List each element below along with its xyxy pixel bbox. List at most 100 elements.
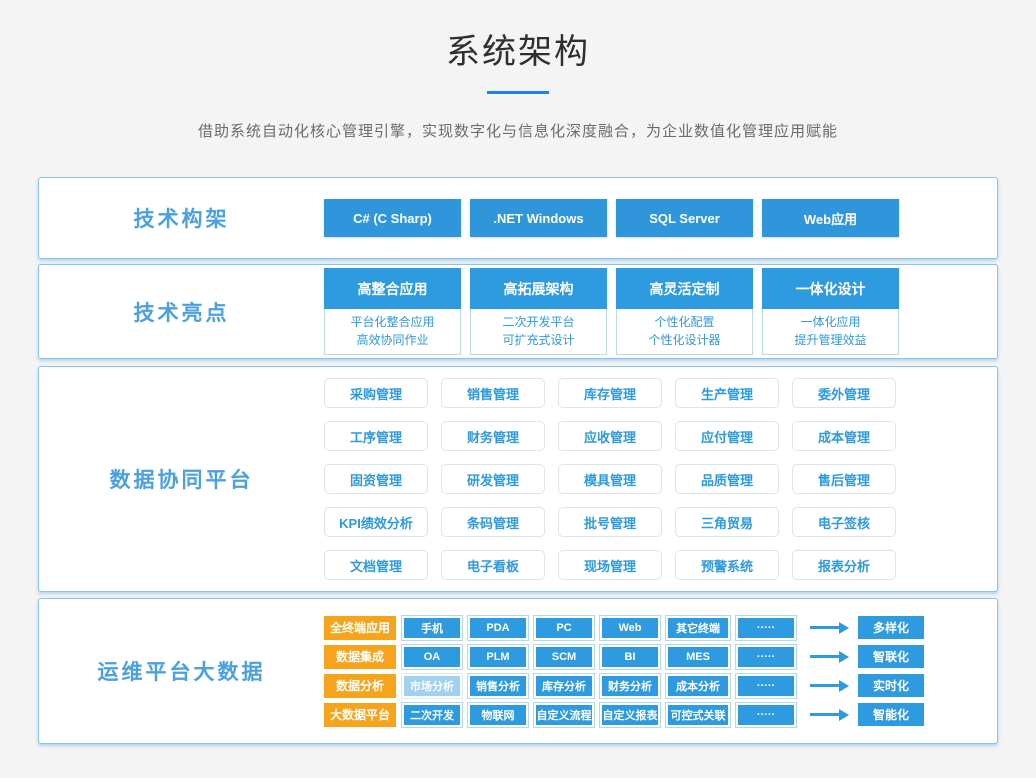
ops-row-terminals: 全终端应用 手机 PDA PC Web 其它终端 ····· 多样化 bbox=[324, 616, 997, 640]
section-data-platform: 数据协同平台 采购管理 销售管理 库存管理 生产管理 委外管理 工序管理 财务管… bbox=[38, 366, 998, 592]
ops-row-bigdata: 大数据平台 二次开发 物联网 自定义流程 自定义报表 可控式关联 ····· 智… bbox=[324, 703, 997, 727]
ops-item-iot[interactable]: 物联网 bbox=[468, 703, 528, 727]
ops-item-secondary-dev[interactable]: 二次开发 bbox=[402, 703, 462, 727]
highlight-card-line: 一体化应用 bbox=[763, 313, 898, 331]
page-subtitle: 借助系统自动化核心管理引擎，实现数字化与信息化深度融合，为企业数值化管理应用赋能 bbox=[0, 120, 1036, 141]
module-button-onsite[interactable]: 现场管理 bbox=[558, 550, 662, 580]
highlight-card-unified: 一体化设计 一体化应用 提升管理效益 bbox=[762, 268, 899, 355]
highlight-card-line: 高效协同作业 bbox=[325, 331, 460, 349]
ops-item-bi[interactable]: BI bbox=[600, 645, 660, 669]
module-button-finance[interactable]: 财务管理 bbox=[441, 421, 545, 451]
module-button-payable[interactable]: 应付管理 bbox=[675, 421, 779, 451]
ops-result-diversified: 多样化 bbox=[858, 616, 924, 639]
highlight-card-line: 个性化设计器 bbox=[617, 331, 752, 349]
ops-result-realtime: 实时化 bbox=[858, 674, 924, 697]
module-button-aftersales[interactable]: 售后管理 bbox=[792, 464, 896, 494]
ops-rows: 全终端应用 手机 PDA PC Web 其它终端 ····· 多样化 数据集成 … bbox=[324, 616, 997, 727]
module-button-fixed-assets[interactable]: 固资管理 bbox=[324, 464, 428, 494]
ops-category-label: 全终端应用 bbox=[324, 616, 396, 640]
ops-item-market-analysis[interactable]: 市场分析 bbox=[402, 674, 462, 698]
module-button-cost[interactable]: 成本管理 bbox=[792, 421, 896, 451]
highlight-card-line: 二次开发平台 bbox=[471, 313, 606, 331]
module-button-barcode[interactable]: 条码管理 bbox=[441, 507, 545, 537]
ops-item-pda[interactable]: PDA bbox=[468, 616, 528, 640]
module-button-purchase[interactable]: 采购管理 bbox=[324, 378, 428, 408]
tech-button-csharp[interactable]: C# (C Sharp) bbox=[324, 199, 461, 237]
module-button-report[interactable]: 报表分析 bbox=[792, 550, 896, 580]
module-button-sales[interactable]: 销售管理 bbox=[441, 378, 545, 408]
highlight-card-row: 高整合应用 平台化整合应用 高效协同作业 高拓展架构 二次开发平台 可扩充式设计… bbox=[324, 268, 997, 355]
tech-button-sqlserver[interactable]: SQL Server bbox=[616, 199, 753, 237]
module-button-rnd[interactable]: 研发管理 bbox=[441, 464, 545, 494]
ops-row-analysis: 数据分析 市场分析 销售分析 库存分析 财务分析 成本分析 ····· 实时化 bbox=[324, 674, 997, 698]
section-label-col: 运维平台大数据 bbox=[39, 656, 324, 686]
module-button-triangle-trade[interactable]: 三角贸易 bbox=[675, 507, 779, 537]
highlight-card-customization: 高灵活定制 个性化配置 个性化设计器 bbox=[616, 268, 753, 355]
ops-item-mes[interactable]: MES bbox=[666, 645, 730, 669]
framework-button-row: C# (C Sharp) .NET Windows SQL Server Web… bbox=[324, 199, 997, 237]
ops-item-finance-analysis[interactable]: 财务分析 bbox=[600, 674, 660, 698]
section-label-col: 技术亮点 bbox=[39, 297, 324, 327]
section-tech-highlights: 技术亮点 高整合应用 平台化整合应用 高效协同作业 高拓展架构 二次开发平台 可… bbox=[38, 264, 998, 359]
highlight-card-title: 高拓展架构 bbox=[470, 268, 607, 309]
ops-item-oa[interactable]: OA bbox=[402, 645, 462, 669]
ops-item-more[interactable]: ····· bbox=[736, 703, 796, 727]
module-button-batch[interactable]: 批号管理 bbox=[558, 507, 662, 537]
ops-item-other-terminals[interactable]: 其它终端 bbox=[666, 616, 730, 640]
module-button-outsourcing[interactable]: 委外管理 bbox=[792, 378, 896, 408]
section-tech-framework: 技术构架 C# (C Sharp) .NET Windows SQL Serve… bbox=[38, 177, 998, 259]
module-button-process[interactable]: 工序管理 bbox=[324, 421, 428, 451]
section-label-col: 技术构架 bbox=[39, 203, 324, 233]
ops-result-intelligent: 智能化 bbox=[858, 703, 924, 726]
ops-row-integration: 数据集成 OA PLM SCM BI MES ····· 智联化 bbox=[324, 645, 997, 669]
highlight-card-integration: 高整合应用 平台化整合应用 高效协同作业 bbox=[324, 268, 461, 355]
ops-item-inventory-analysis[interactable]: 库存分析 bbox=[534, 674, 594, 698]
ops-category-label: 数据分析 bbox=[324, 674, 396, 698]
highlight-card-title: 高整合应用 bbox=[324, 268, 461, 309]
module-button-mold[interactable]: 模具管理 bbox=[558, 464, 662, 494]
section-title-tech-highlights: 技术亮点 bbox=[134, 302, 230, 325]
module-button-kanban[interactable]: 电子看板 bbox=[441, 550, 545, 580]
right-arrow-icon bbox=[810, 655, 840, 658]
tech-button-web[interactable]: Web应用 bbox=[762, 199, 899, 237]
module-button-esign[interactable]: 电子签核 bbox=[792, 507, 896, 537]
ops-item-more[interactable]: ····· bbox=[736, 616, 796, 640]
ops-item-pc[interactable]: PC bbox=[534, 616, 594, 640]
module-button-kpi[interactable]: KPI绩效分析 bbox=[324, 507, 428, 537]
ops-item-controllable-link[interactable]: 可控式关联 bbox=[666, 703, 730, 727]
tech-button-dotnet[interactable]: .NET Windows bbox=[470, 199, 607, 237]
module-grid: 采购管理 销售管理 库存管理 生产管理 委外管理 工序管理 财务管理 应收管理 … bbox=[324, 378, 997, 580]
ops-result-interconnected: 智联化 bbox=[858, 645, 924, 668]
module-button-inventory[interactable]: 库存管理 bbox=[558, 378, 662, 408]
right-arrow-icon bbox=[810, 684, 840, 687]
ops-item-web[interactable]: Web bbox=[600, 616, 660, 640]
right-arrow-icon bbox=[810, 626, 840, 629]
ops-item-cost-analysis[interactable]: 成本分析 bbox=[666, 674, 730, 698]
highlight-card-line: 提升管理效益 bbox=[763, 331, 898, 349]
module-button-receivable[interactable]: 应收管理 bbox=[558, 421, 662, 451]
highlight-card-line: 个性化配置 bbox=[617, 313, 752, 331]
ops-item-plm[interactable]: PLM bbox=[468, 645, 528, 669]
section-label-col: 数据协同平台 bbox=[39, 464, 324, 494]
highlight-card-line: 平台化整合应用 bbox=[325, 313, 460, 331]
section-title-data-platform: 数据协同平台 bbox=[110, 469, 254, 492]
ops-item-sales-analysis[interactable]: 销售分析 bbox=[468, 674, 528, 698]
ops-item-scm[interactable]: SCM bbox=[534, 645, 594, 669]
highlight-card-title: 一体化设计 bbox=[762, 268, 899, 309]
highlight-card-extension: 高拓展架构 二次开发平台 可扩充式设计 bbox=[470, 268, 607, 355]
ops-category-label: 数据集成 bbox=[324, 645, 396, 669]
ops-item-custom-report[interactable]: 自定义报表 bbox=[600, 703, 660, 727]
title-underline bbox=[487, 91, 549, 94]
ops-item-more[interactable]: ····· bbox=[736, 645, 796, 669]
page-title: 系统架构 bbox=[0, 0, 1036, 73]
section-ops-platform: 运维平台大数据 全终端应用 手机 PDA PC Web 其它终端 ····· 多… bbox=[38, 598, 998, 744]
section-title-ops-platform: 运维平台大数据 bbox=[98, 661, 266, 684]
ops-item-custom-flow[interactable]: 自定义流程 bbox=[534, 703, 594, 727]
module-button-quality[interactable]: 品质管理 bbox=[675, 464, 779, 494]
ops-item-more[interactable]: ····· bbox=[736, 674, 796, 698]
highlight-card-line: 可扩充式设计 bbox=[471, 331, 606, 349]
ops-item-mobile[interactable]: 手机 bbox=[402, 616, 462, 640]
module-button-alert[interactable]: 预警系统 bbox=[675, 550, 779, 580]
module-button-production[interactable]: 生产管理 bbox=[675, 378, 779, 408]
module-button-document[interactable]: 文档管理 bbox=[324, 550, 428, 580]
